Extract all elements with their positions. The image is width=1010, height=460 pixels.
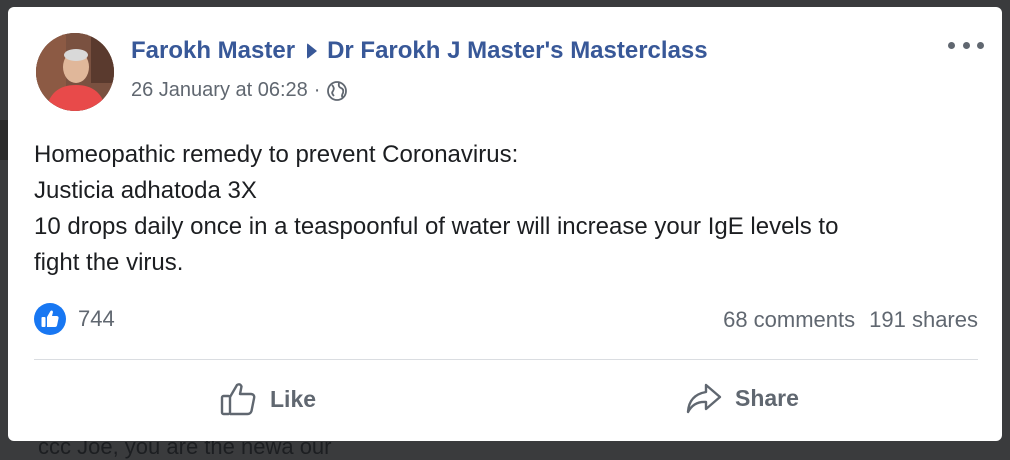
author-avatar[interactable] (36, 33, 114, 111)
more-dot (948, 41, 955, 49)
share-label: Share (735, 384, 799, 411)
reaction-count: 744 (78, 306, 115, 331)
group-name[interactable]: Dr Farokh J Master's Masterclass (327, 37, 708, 65)
more-options-icon[interactable] (948, 37, 984, 53)
meta-separator: · (313, 79, 321, 101)
post-header: Farokh Master Dr Farokh J Master's Maste… (131, 37, 708, 65)
like-button[interactable]: Like (220, 381, 316, 417)
post-meta: 26 January at 06:28 · (131, 79, 348, 102)
post-body-line: Homeopathic remedy to prevent Coronaviru… (34, 141, 519, 168)
more-dot (977, 41, 984, 49)
background-edge (0, 120, 8, 160)
thumbs-up-icon (220, 383, 256, 416)
engagement-counts: 68 comments 191 shares (723, 307, 978, 333)
author-name[interactable]: Farokh Master (131, 37, 295, 65)
share-button[interactable]: Share (685, 381, 799, 415)
post-body-line: Justicia adhatoda 3X (34, 177, 257, 204)
post-timestamp[interactable]: 26 January at 06:28 (131, 79, 308, 102)
globe-icon (327, 80, 348, 101)
post-body-line: 10 drops daily once in a teaspoonful of … (34, 213, 839, 240)
more-dot (962, 41, 970, 49)
shares-count[interactable]: 191 shares (869, 307, 978, 333)
actions-divider (34, 359, 978, 360)
comments-count[interactable]: 68 comments (723, 307, 855, 333)
posted-in-arrow-icon (307, 43, 318, 59)
like-label: Like (270, 385, 317, 412)
reaction-summary[interactable]: 744 (34, 303, 115, 335)
post-body-line: fight the virus. (34, 249, 184, 276)
share-arrow-icon (686, 383, 722, 414)
post-body: Homeopathic remedy to prevent Coronaviru… (34, 137, 984, 281)
like-reaction-icon (34, 303, 66, 335)
post-card: Farokh Master Dr Farokh J Master's Maste… (8, 7, 1002, 441)
